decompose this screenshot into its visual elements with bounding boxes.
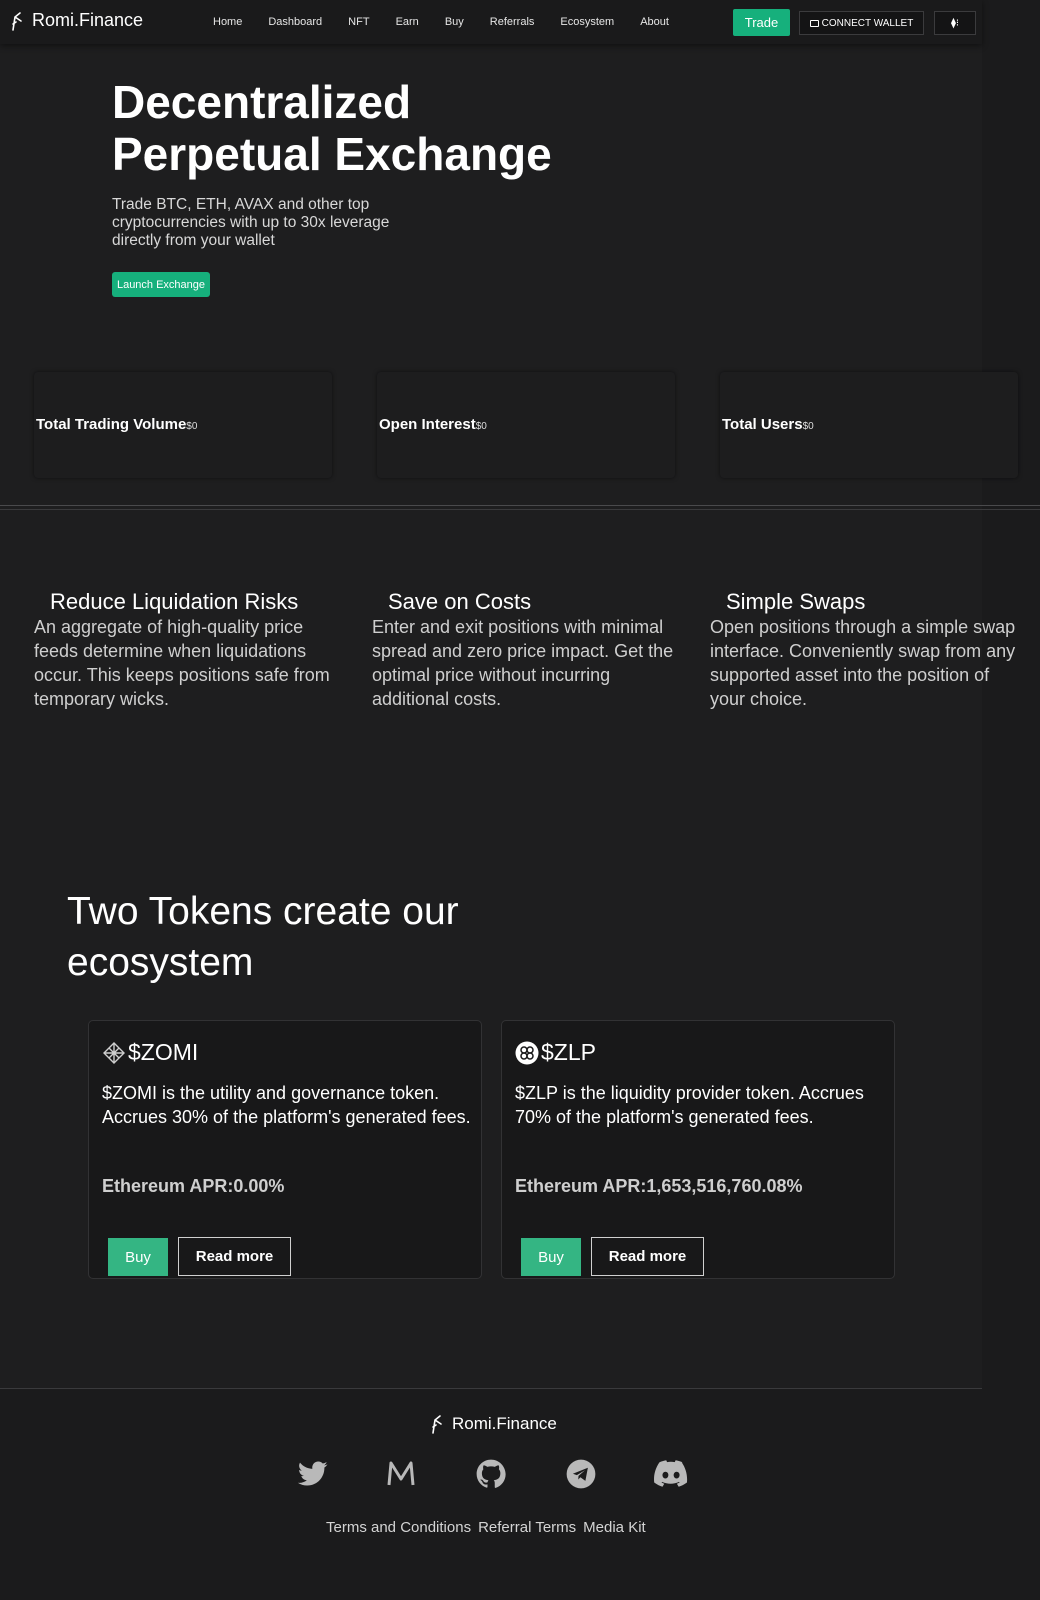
footer-links: Terms and Conditions Referral Terms Medi… — [326, 1519, 646, 1536]
stat-card-open-interest: Open Interest$0 — [377, 372, 675, 478]
hero-title-line-2: Perpetual Exchange — [112, 128, 552, 180]
stat-value: $0 — [802, 421, 814, 432]
token-apr: Ethereum APR:1,653,516,760.08% — [515, 1176, 803, 1196]
nav-link-earn[interactable]: Earn — [396, 16, 419, 28]
read-more-zlp-button[interactable]: Read more — [591, 1237, 704, 1276]
stat-label: Total Trading Volume — [36, 416, 187, 433]
feature-text: Open positions through a simple swap int… — [710, 617, 1016, 709]
zomi-token-icon — [103, 1041, 125, 1064]
connect-wallet-label: CONNECT WALLET — [821, 17, 914, 29]
feature-title: Save on Costs — [388, 589, 532, 614]
nav-link-buy[interactable]: Buy — [445, 16, 464, 28]
trade-button[interactable]: Trade — [733, 9, 790, 36]
token-description: $ZOMI is the utility and governance toke… — [102, 1083, 471, 1127]
referral-terms-link[interactable]: Referral Terms — [478, 1519, 576, 1536]
network-menu-button[interactable]: ⧫⁝ — [934, 11, 976, 35]
ethereum-network-icon: ⧫⁝ — [950, 17, 960, 29]
nav-links: Home Dashboard NFT Earn Buy Referrals Ec… — [213, 16, 695, 28]
footer-brand-name: Romi.Finance — [452, 1414, 557, 1433]
buy-zomi-button[interactable]: Buy — [108, 1238, 168, 1276]
section-divider — [0, 505, 1040, 510]
romi-logo-icon — [12, 11, 22, 31]
feature-text: Enter and exit positions with minimal sp… — [372, 617, 674, 709]
token-name: $ZLP — [541, 1039, 596, 1065]
top-navbar: Romi.Finance Home Dashboard NFT Earn Buy… — [0, 0, 982, 44]
nav-link-referrals[interactable]: Referrals — [490, 16, 535, 28]
stat-value: $0 — [186, 421, 198, 432]
launch-exchange-button[interactable]: Launch Exchange — [112, 272, 210, 297]
buy-zlp-button[interactable]: Buy — [521, 1238, 581, 1276]
feature-text: An aggregate of high-quality price feeds… — [34, 617, 330, 709]
stat-label: Open Interest — [379, 416, 476, 433]
media-kit-link[interactable]: Media Kit — [583, 1519, 646, 1536]
brand-name: Romi.Finance — [32, 10, 144, 30]
medium-icon[interactable] — [384, 1457, 418, 1491]
github-icon[interactable] — [474, 1457, 508, 1491]
token-name: $ZOMI — [128, 1039, 199, 1065]
hero-subtitle: Trade BTC, ETH, AVAX and other top crypt… — [112, 196, 390, 249]
nav-link-dashboard[interactable]: Dashboard — [268, 16, 322, 28]
stat-value: $0 — [475, 421, 487, 432]
tokens-section-title: Two Tokens create our ecosystem — [67, 890, 459, 984]
token-card-zlp: $ZLP $ZLP is the liquidity provider toke… — [501, 1020, 895, 1279]
token-header: $ZOMI — [102, 1039, 198, 1066]
token-card-zomi: $ZOMI $ZOMI is the utility and governanc… — [88, 1020, 482, 1279]
footer: Romi.Finance Terms and Conditions Referr… — [0, 1388, 982, 1600]
connect-wallet-button[interactable]: CONNECT WALLET — [799, 11, 924, 35]
token-description: $ZLP is the liquidity provider token. Ac… — [515, 1083, 864, 1127]
feature-title: Simple Swaps — [726, 589, 866, 614]
discord-icon[interactable] — [654, 1457, 688, 1491]
telegram-icon[interactable] — [564, 1457, 598, 1491]
stat-label: Total Users — [722, 416, 803, 433]
feature-title: Reduce Liquidation Risks — [50, 589, 299, 614]
read-more-zomi-button[interactable]: Read more — [178, 1237, 291, 1276]
romi-logo-icon — [432, 1415, 442, 1434]
feature-costs: Save on Costs Enter and exit positions w… — [372, 589, 682, 711]
hero-title: Decentralized Perpetual Exchange — [112, 76, 632, 180]
terms-link[interactable]: Terms and Conditions — [326, 1519, 471, 1536]
feature-swaps: Simple Swaps Open positions through a si… — [710, 589, 1020, 711]
stat-card-volume: Total Trading Volume$0 — [34, 372, 332, 478]
twitter-icon[interactable] — [296, 1457, 330, 1491]
wallet-icon — [809, 19, 819, 27]
zlp-token-icon — [515, 1041, 539, 1064]
stat-card-users: Total Users$0 — [720, 372, 1018, 478]
feature-liquidation: Reduce Liquidation Risks An aggregate of… — [34, 589, 344, 711]
nav-link-about[interactable]: About — [640, 16, 669, 28]
token-apr: Ethereum APR:0.00% — [102, 1176, 285, 1196]
nav-link-ecosystem[interactable]: Ecosystem — [560, 16, 614, 28]
page-right-shade — [982, 0, 1040, 1600]
brand[interactable]: Romi.Finance — [10, 10, 143, 31]
token-header: $ZLP — [515, 1039, 596, 1066]
hero-title-line-1: Decentralized — [112, 76, 412, 128]
footer-brand[interactable]: Romi.Finance — [430, 1414, 557, 1434]
social-links — [296, 1457, 688, 1491]
nav-link-nft[interactable]: NFT — [348, 16, 369, 28]
nav-link-home[interactable]: Home — [213, 16, 242, 28]
